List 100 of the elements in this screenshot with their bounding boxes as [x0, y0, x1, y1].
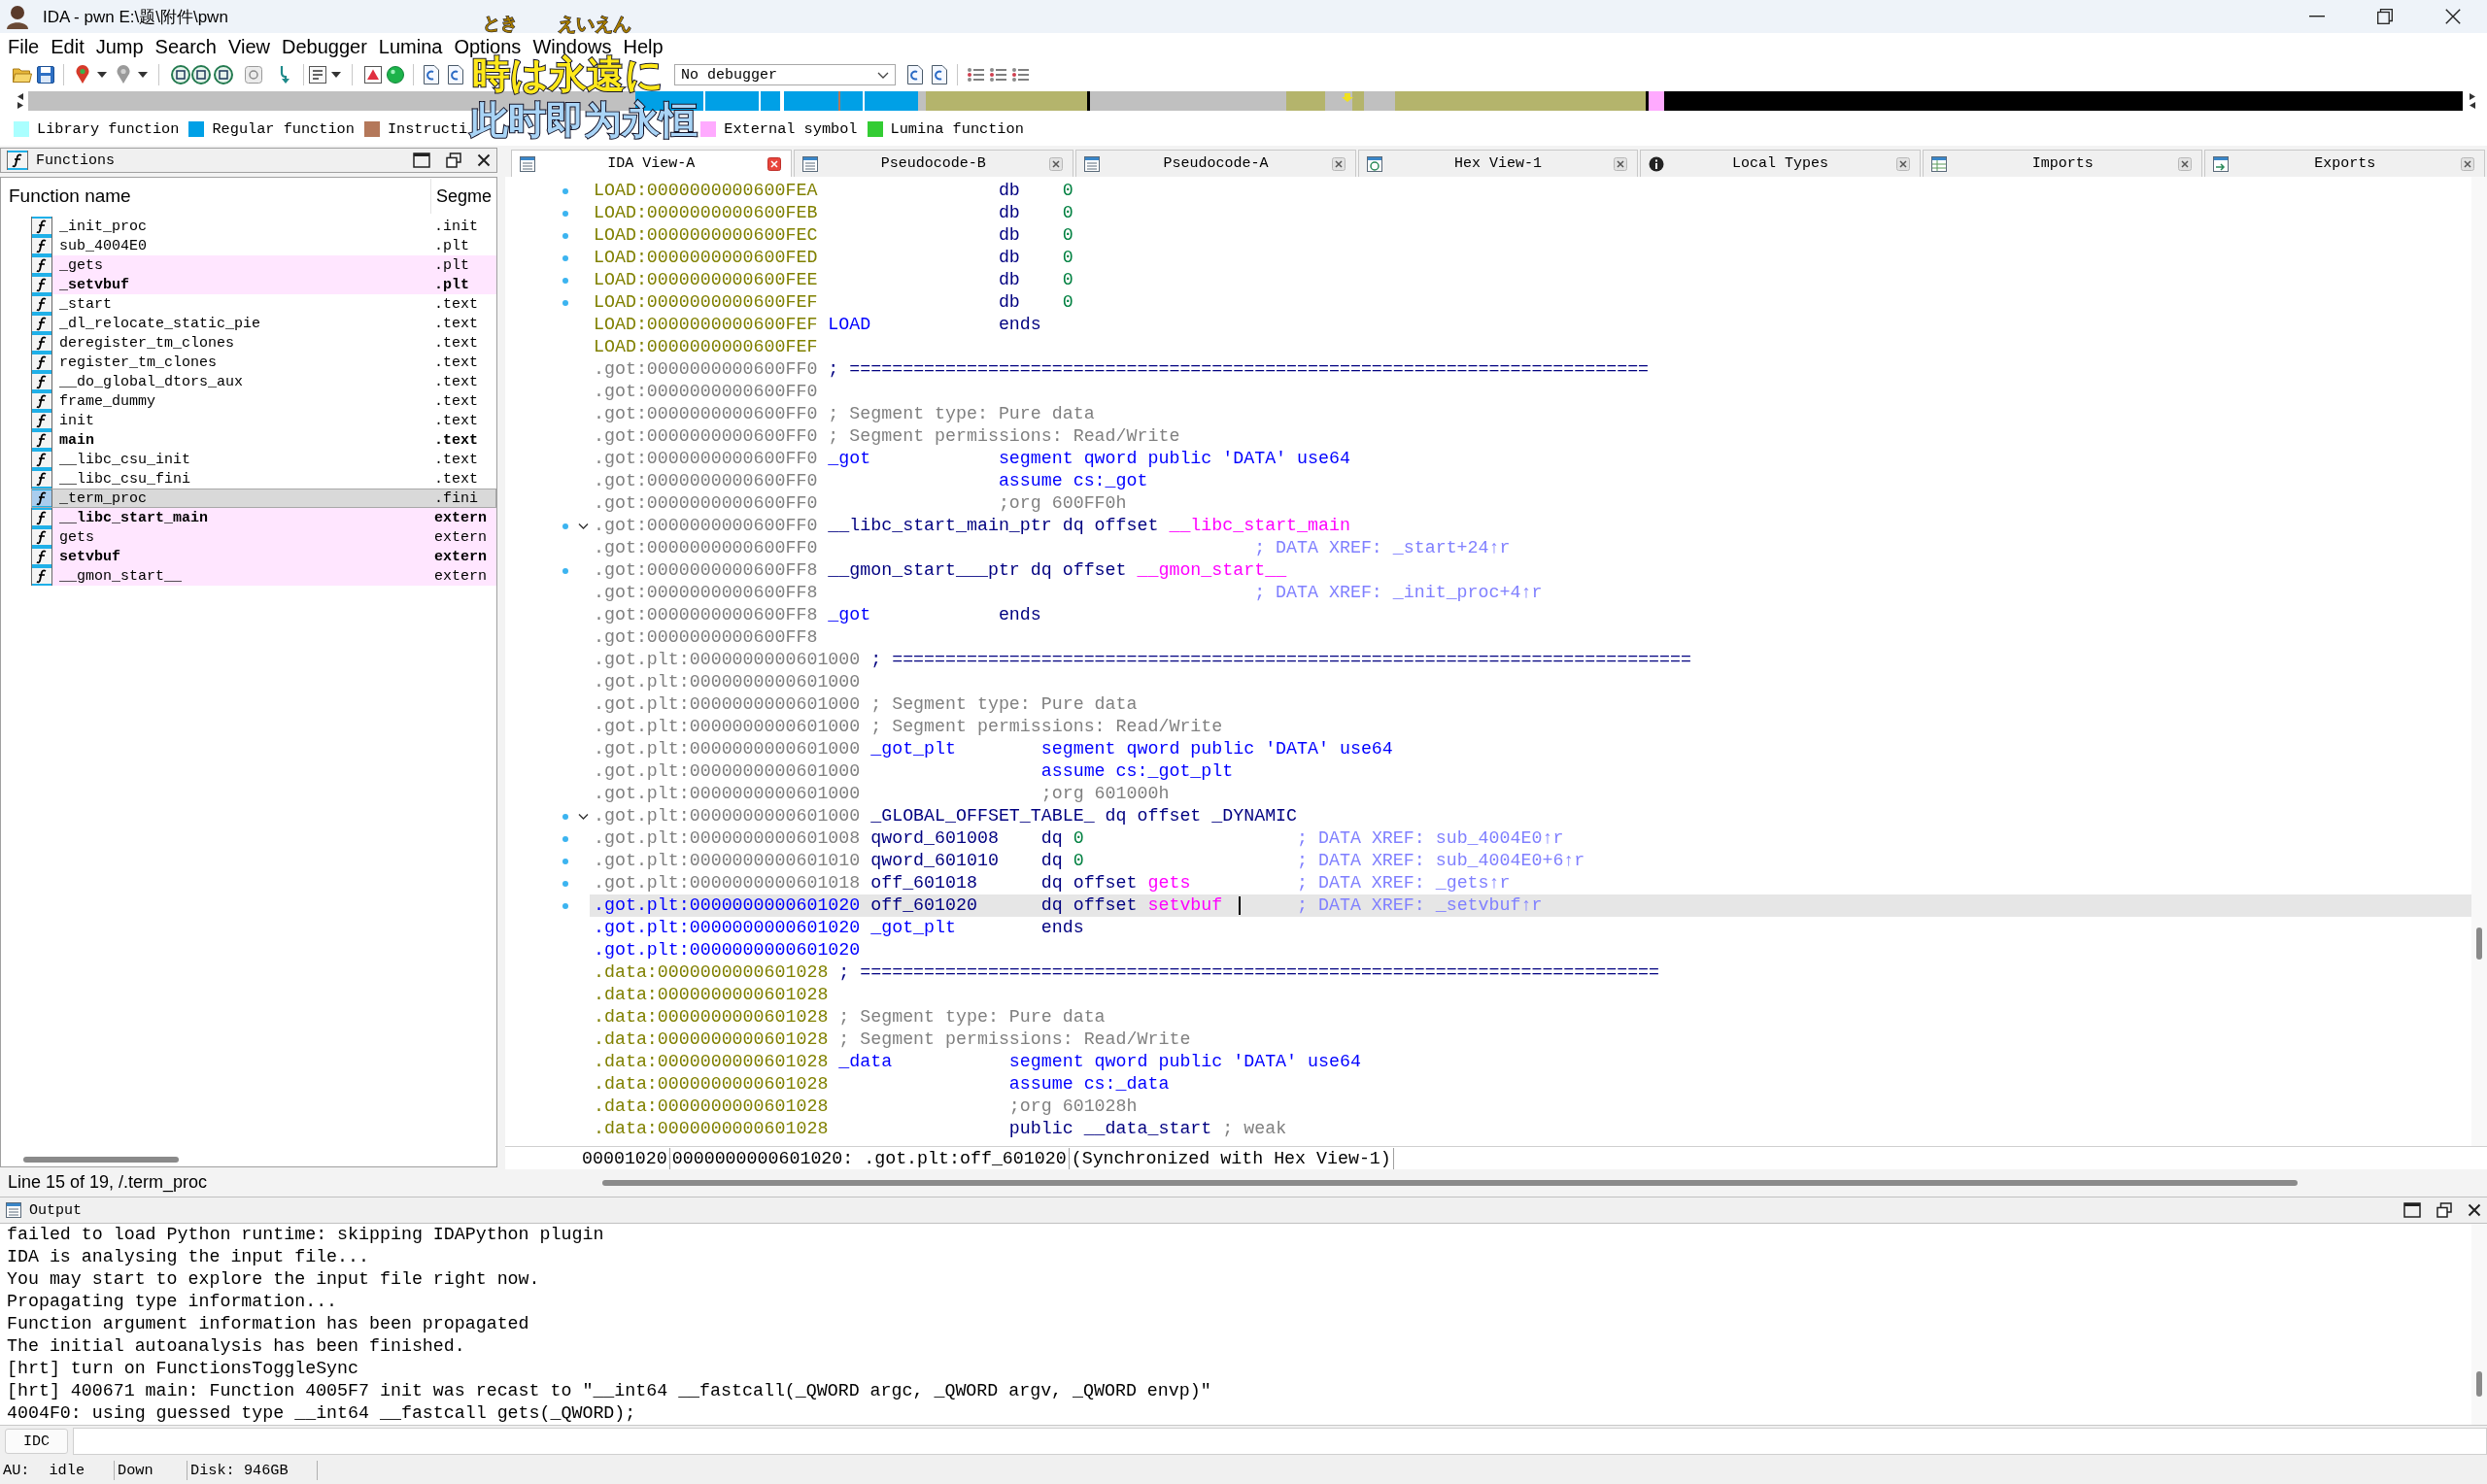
code-line: LOAD:0000000000600FEF LOAD ends: [593, 314, 1042, 336]
chevron-down-icon: [877, 71, 889, 79]
close-icon[interactable]: [1895, 156, 1910, 171]
chevron-down-icon[interactable]: [578, 811, 589, 822]
close-icon[interactable]: [477, 153, 491, 167]
document-icon[interactable]: [907, 65, 923, 84]
code-line: .data:0000000000601028: [593, 984, 830, 1006]
code-line: .data:0000000000601028 assume cs:_data: [593, 1073, 1171, 1096]
function-row[interactable]: _gets .plt: [31, 255, 496, 275]
restore-icon[interactable]: [2377, 9, 2393, 24]
menu-item[interactable]: File: [8, 35, 40, 58]
chevron-down-icon[interactable]: [578, 521, 589, 531]
scroll-arrows-icon[interactable]: [17, 92, 24, 110]
code-line: LOAD:0000000000600FEF db 0: [593, 291, 1074, 314]
code-line: .got.plt:0000000000601000: [593, 671, 862, 693]
column-header[interactable]: Function name: [1, 179, 431, 214]
code-line: .got:0000000000600FF0 __libc_start_main_ptr dq offset __libc_start_main: [593, 515, 1351, 537]
scroll-arrows-icon[interactable]: [2469, 92, 2476, 110]
function-row[interactable]: _setvbuf .plt: [31, 275, 496, 294]
column-header[interactable]: Segme: [431, 179, 493, 214]
menu-item[interactable]: Search: [154, 35, 217, 58]
circle-icon[interactable]: [171, 65, 190, 84]
code-line: .got:0000000000600FF0 assume cs:_got: [593, 470, 1149, 492]
segment-name: .text: [434, 354, 478, 371]
function-icon: [31, 430, 52, 450]
output-line: Propagating type information...: [7, 1291, 339, 1313]
function-name: __libc_start_main: [59, 509, 210, 526]
list-window-icon: [801, 155, 818, 172]
code-line: .got.plt:0000000000601008 qword_601008 dq 0 ; DATA XREF: sub_4004E0↑r: [593, 827, 1565, 850]
code-line: .got.plt:0000000000601000 ; ===========================================================================: [593, 649, 1692, 671]
scrollbar-thumb[interactable]: [2476, 928, 2482, 960]
arrow-down-icon[interactable]: [279, 65, 292, 84]
menu-item[interactable]: Options: [454, 35, 522, 58]
close-icon[interactable]: [2468, 1203, 2481, 1217]
function-name: _setvbuf: [59, 276, 130, 293]
segment-name: .plt: [434, 237, 469, 254]
menu-item[interactable]: Edit: [51, 35, 85, 58]
pin-icon[interactable]: [75, 65, 90, 84]
restore-icon[interactable]: [2436, 1202, 2452, 1218]
function-name: deregister_tm_clones: [59, 334, 236, 352]
code-line: .got:0000000000600FF8 ; DATA XREF: _init_proc+4↑r: [593, 582, 1544, 604]
tab[interactable]: Pseudocode-B: [793, 150, 1074, 177]
tab[interactable]: Hex View-1: [1357, 150, 1639, 177]
close-icon[interactable]: [2461, 156, 2475, 171]
restore-icon[interactable]: [446, 152, 461, 168]
code-line: .got:0000000000600FF0 ; Segment type: Pure data: [593, 403, 1096, 425]
scrollbar-thumb[interactable]: [2476, 1371, 2482, 1397]
function-row[interactable]: __libc_start_main extern: [31, 508, 496, 527]
scrollbar-thumb[interactable]: [602, 1180, 2298, 1186]
command-input[interactable]: [73, 1428, 2487, 1455]
maximize-icon[interactable]: [413, 152, 430, 168]
circle-icon[interactable]: [387, 66, 404, 84]
tab[interactable]: IDA View-A: [511, 150, 792, 177]
document-icon[interactable]: [424, 65, 439, 84]
pin-icon[interactable]: [116, 65, 131, 84]
tab[interactable]: Pseudocode-A: [1075, 150, 1356, 177]
function-row[interactable]: setvbuf extern: [31, 547, 496, 566]
menu-item[interactable]: Debugger: [282, 35, 367, 58]
function-row[interactable]: gets extern: [31, 527, 496, 547]
debugger-select[interactable]: No debugger: [674, 64, 896, 85]
close-icon[interactable]: [1331, 156, 1346, 171]
list-icon[interactable]: [967, 68, 984, 82]
tab[interactable]: Imports: [1922, 150, 2203, 177]
minimize-icon[interactable]: [2309, 16, 2325, 17]
circle-icon[interactable]: [191, 65, 211, 84]
segment-name: extern: [434, 528, 487, 546]
list-icon[interactable]: [1011, 68, 1029, 82]
maximize-icon[interactable]: [2403, 1202, 2421, 1218]
close-icon[interactable]: [2445, 9, 2461, 24]
function-row[interactable]: __gmon_start__ extern: [31, 566, 496, 586]
close-icon[interactable]: [2178, 156, 2193, 171]
function-name: _dl_relocate_static_pie: [59, 315, 262, 332]
tab[interactable]: Exports: [2204, 150, 2486, 177]
caret-icon[interactable]: [138, 72, 148, 78]
document-icon[interactable]: [932, 65, 947, 84]
caret-icon[interactable]: [97, 72, 107, 78]
code-line: .got.plt:0000000000601000 assume cs:_got_plt: [593, 760, 1235, 783]
circle-icon[interactable]: [214, 65, 233, 84]
menu-item[interactable]: Lumina: [378, 35, 443, 58]
segment-name: .text: [434, 373, 478, 390]
close-icon[interactable]: [1614, 156, 1628, 171]
document-icon[interactable]: [448, 65, 463, 84]
idc-button[interactable]: IDC: [5, 1429, 68, 1454]
close-icon[interactable]: [1049, 156, 1064, 171]
code-line: .got.plt:0000000000601000 _got_plt segment qword public 'DATA' use64: [593, 738, 1394, 760]
tab[interactable]: Local Types: [1640, 150, 1921, 177]
code-line: .got:0000000000600FF8: [593, 626, 819, 649]
folder-icon[interactable]: [13, 67, 32, 83]
menu-item[interactable]: Help: [623, 35, 664, 58]
caret-icon[interactable]: [331, 72, 341, 78]
square-icon[interactable]: [245, 66, 262, 84]
text-box-icon[interactable]: [309, 66, 326, 84]
list-icon[interactable]: [989, 68, 1006, 82]
function-icon: [31, 469, 52, 489]
menu-item[interactable]: Jump: [95, 35, 144, 58]
menu-item[interactable]: View: [228, 35, 270, 58]
function-row[interactable]: _term_proc .fini: [31, 489, 496, 508]
person-silhouette-icon: [6, 4, 29, 29]
scrollbar-thumb[interactable]: [23, 1157, 179, 1163]
function-icon: [31, 255, 52, 275]
